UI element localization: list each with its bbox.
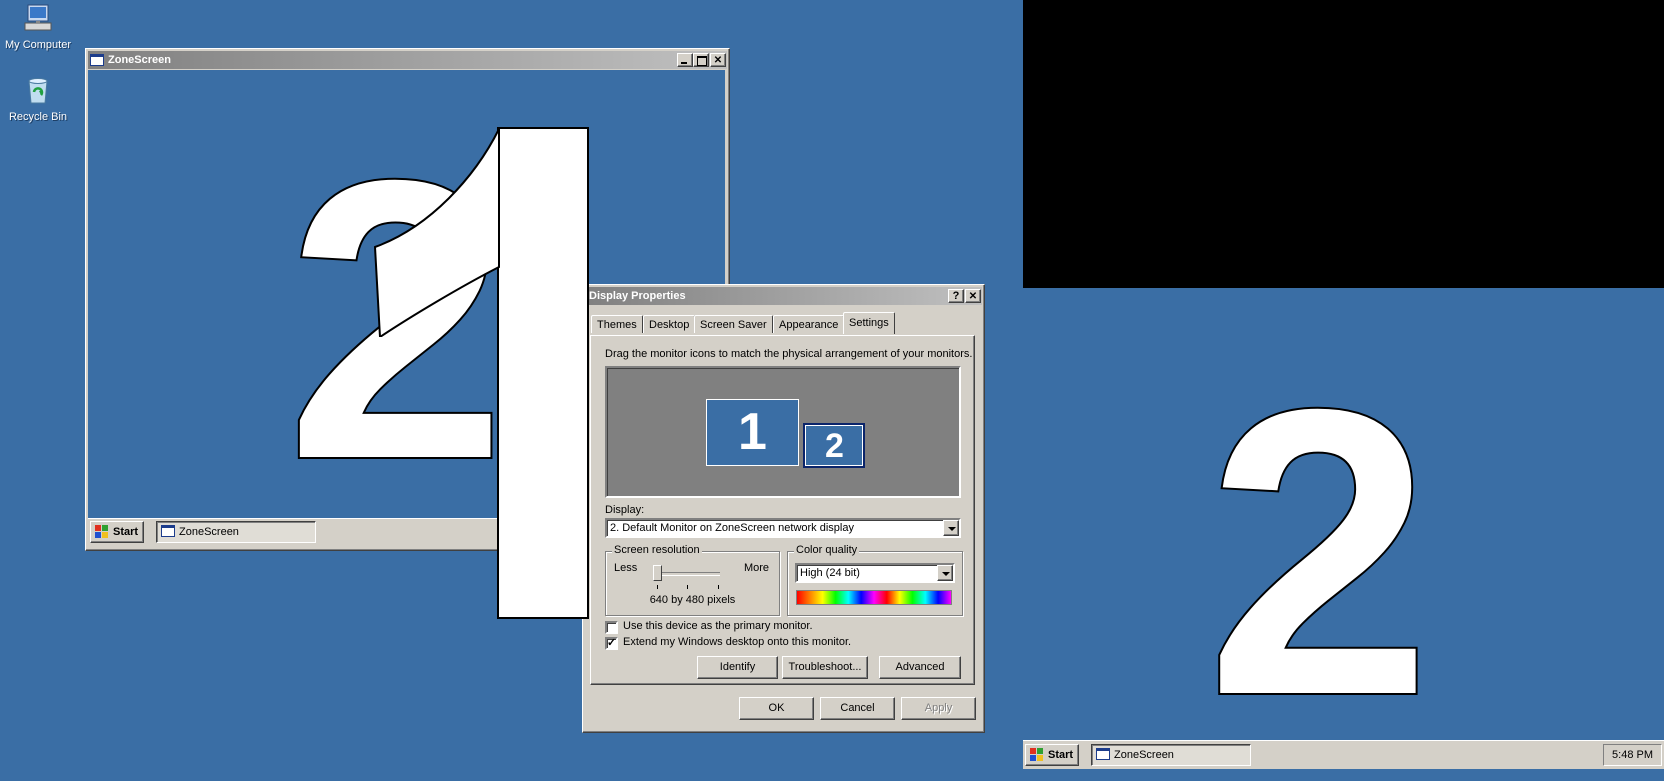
slider-tick [657,585,658,589]
identify-label: Identify [719,661,756,673]
primary-monitor-option[interactable]: Use this device as the primary monitor. [605,620,945,635]
screen-resolution-title: Screen resolution [612,544,702,556]
identify-overlay-1-text: 1 [0,0,1,1]
windows-flag-icon [95,525,108,538]
display-select-value: 2. Default Monitor on ZoneScreen network… [610,522,854,534]
cancel-button[interactable]: Cancel [820,697,895,720]
identify-overlay-1-flag [373,128,500,337]
instructions-text: Drag the monitor icons to match the phys… [605,348,973,360]
display-select[interactable]: 2. Default Monitor on ZoneScreen network… [605,518,961,538]
advanced-button[interactable]: Advanced [879,656,961,679]
display-label: Display: [605,504,645,516]
identify-overlay-2: 2 [1204,323,1434,781]
tab-desktop[interactable]: Desktop [643,315,696,333]
color-spectrum-bar [796,590,952,605]
color-quality-select[interactable]: High (24 bit) [795,563,955,583]
tab-label: Appearance [779,319,839,331]
help-icon: ? [952,290,960,302]
resolution-value: 640 by 480 pixels [649,594,736,606]
primary-monitor-checkbox[interactable] [605,621,618,634]
my-computer-icon [24,4,52,31]
ok-button[interactable]: OK [739,697,814,720]
second-screen-taskbar: Start ZoneScreen 5:48 PM [1023,740,1664,769]
extend-desktop-checkbox[interactable]: ✓ [605,637,618,650]
system-tray-clock[interactable]: 5:48 PM [1603,744,1662,766]
minimize-icon [681,62,687,64]
apply-button[interactable]: Apply [901,697,976,720]
tab-label: Screen Saver [700,319,767,331]
ok-label: OK [768,702,785,714]
maximize-icon [697,56,707,66]
dialog-titlebar[interactable]: Display Properties ? ✕ [585,287,982,305]
tab-strip: Themes Desktop Screen Saver Appearance S… [591,312,971,335]
screen-resolution-group: Screen resolution Less More 640 by 480 p… [605,544,780,616]
settings-tab-page: Drag the monitor icons to match the phys… [590,335,975,685]
clock-label: 5:48 PM [1612,749,1653,761]
dialog-close-button[interactable]: ✕ [965,289,981,303]
close-icon: ✕ [713,55,723,66]
zonescreen-titlebar[interactable]: ZoneScreen ✕ [88,51,727,69]
remote-start-button[interactable]: Start [90,521,144,543]
tab-label: Desktop [649,319,690,331]
zonescreen-title: ZoneScreen [108,54,171,66]
task-app-icon [1096,748,1110,760]
start-label: Start [1048,749,1074,761]
desktop-icon-label: Recycle Bin [8,111,68,123]
tab-themes[interactable]: Themes [591,315,643,333]
cancel-label: Cancel [840,702,875,714]
second-monitor-black-region [1023,0,1664,288]
tab-appearance[interactable]: Appearance [773,315,845,333]
slider-tick [718,585,719,589]
monitor-2-tile[interactable]: 2 [803,423,865,468]
color-quality-title: Color quality [794,544,860,556]
monitor-arrangement-preview[interactable]: 1 2 [605,366,961,498]
extend-desktop-label: Extend my Windows desktop onto this moni… [623,636,852,648]
troubleshoot-button[interactable]: Troubleshoot... [782,656,868,679]
tab-label: Settings [849,317,889,329]
check-mark-icon: ✓ [607,637,617,649]
slider-tick [687,585,688,589]
chevron-down-icon[interactable] [937,565,953,581]
windows-flag-icon [1030,748,1043,761]
extend-desktop-option[interactable]: ✓ Extend my Windows desktop onto this mo… [605,636,945,651]
start-button[interactable]: Start [1025,744,1079,766]
monitor-1-tile[interactable]: 1 [706,399,799,466]
chevron-down-icon[interactable] [943,520,959,536]
task-label: ZoneScreen [179,526,239,538]
recycle-bin-icon [28,78,48,104]
window-app-icon [90,54,104,66]
task-zonescreen[interactable]: ZoneScreen [1091,744,1251,766]
monitor-1-number: 1 [738,403,767,461]
maximize-button[interactable] [693,53,709,67]
start-label: Start [113,526,139,538]
task-label: ZoneScreen [1114,749,1174,761]
tab-screen-saver[interactable]: Screen Saver [694,315,773,333]
identify-overlay-1 [497,127,589,619]
dialog-title: Display Properties [589,290,686,302]
troubleshoot-label: Troubleshoot... [788,661,862,673]
identify-button[interactable]: Identify [697,656,778,679]
display-properties-dialog[interactable]: Display Properties ? ✕ Themes Desktop Sc… [582,284,985,733]
task-app-icon [161,525,175,537]
resolution-slider-thumb[interactable] [653,565,662,581]
primary-monitor-label: Use this device as the primary monitor. [623,620,813,632]
close-icon: ✕ [968,291,978,302]
tab-settings[interactable]: Settings [843,312,895,334]
advanced-label: Advanced [895,661,945,673]
desktop-icon-recycle-bin[interactable]: Recycle Bin [0,74,78,123]
resolution-slider-track[interactable] [656,572,720,576]
tab-label: Themes [597,319,637,331]
monitor-2-number: 2 [825,427,844,465]
desktop-icon-my-computer[interactable]: My Computer [0,2,78,51]
apply-label: Apply [924,702,953,714]
color-quality-value: High (24 bit) [800,567,860,579]
close-button[interactable]: ✕ [710,53,726,67]
resolution-more-label: More [743,562,769,574]
color-quality-group: Color quality High (24 bit) [787,544,963,616]
resolution-less-label: Less [614,562,638,574]
minimize-button[interactable] [677,53,693,67]
help-button[interactable]: ? [948,289,964,303]
desktop-icon-label: My Computer [4,39,72,51]
